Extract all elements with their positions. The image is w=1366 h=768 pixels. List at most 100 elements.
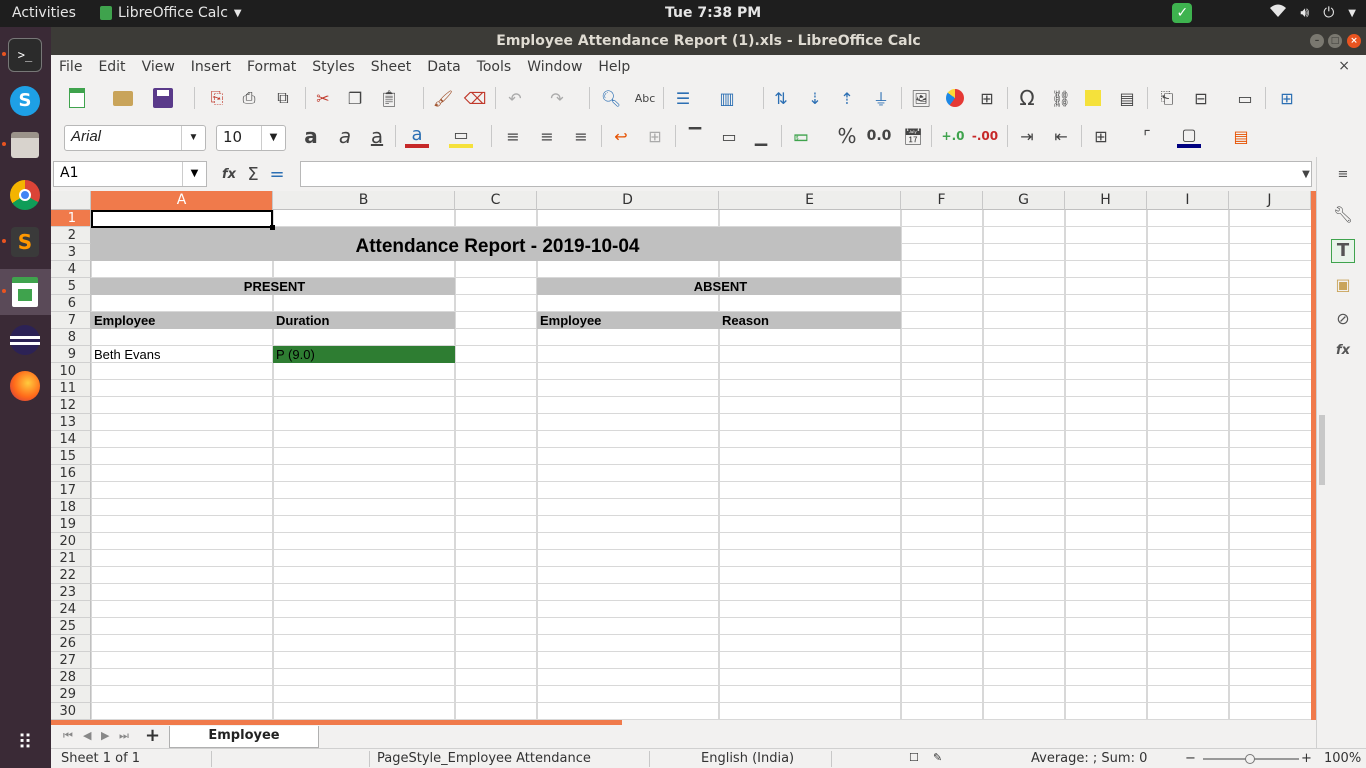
highlight-color-icon[interactable]: ▭ [449,124,473,148]
menu-sheet[interactable]: Sheet [363,59,419,75]
undo-icon[interactable]: ↶ [503,86,527,110]
italic-icon[interactable]: a [333,124,357,148]
column-header-j[interactable]: J [1229,191,1311,210]
number-format-icon[interactable]: 0.0 [867,124,892,148]
row-header-23[interactable]: 23 [51,584,91,601]
sort-icon[interactable]: ⇅ [769,86,793,110]
column-header-d[interactable]: D [537,191,719,210]
define-print-area-icon[interactable]: ⎗ [1155,86,1179,110]
minimize-button[interactable]: – [1310,34,1324,48]
absent-reason-col[interactable]: Reason [719,312,901,329]
sidebar-menu-icon[interactable]: ≡ [1331,167,1355,191]
present-header[interactable]: PRESENT [91,278,455,295]
percent-format-icon[interactable]: % [835,124,859,148]
bold-icon[interactable]: a [299,124,323,148]
clone-formatting-icon[interactable]: 🖌︎ [431,86,455,110]
chevron-down-icon[interactable]: ▼ [182,162,206,186]
menu-view[interactable]: View [134,59,183,75]
language[interactable]: English (India) [701,751,794,766]
present-duration-col[interactable]: Duration [273,312,455,329]
row-header-10[interactable]: 10 [51,363,91,380]
fill-handle[interactable] [270,225,275,230]
row-header-27[interactable]: 27 [51,652,91,669]
row-header-24[interactable]: 24 [51,601,91,618]
chevron-down-icon[interactable]: ▼ [181,126,205,150]
row-header-3[interactable]: 3 [51,244,91,261]
cut-icon[interactable]: ✂ [311,86,335,110]
clear-formatting-icon[interactable]: ⌫ [463,86,487,110]
font-name-combo[interactable]: Arial ▼ [64,125,206,151]
row-header-17[interactable]: 17 [51,482,91,499]
menu-styles[interactable]: Styles [304,59,362,75]
employee-cell[interactable]: Beth Evans [91,346,273,363]
first-sheet-icon[interactable]: ⏮ [63,729,73,743]
selected-cell-a1[interactable] [91,210,273,228]
font-size-combo[interactable]: 10 ▼ [216,125,286,151]
decrease-indent-icon[interactable]: ⇤ [1049,124,1073,148]
column-header-e[interactable]: E [719,191,901,210]
row-header-15[interactable]: 15 [51,448,91,465]
column-icon[interactable]: ▥ [715,86,739,110]
zoom-out-icon[interactable]: − [1185,751,1196,766]
navigator-icon[interactable]: ⊘ [1331,309,1355,333]
pivot-table-icon[interactable]: ⊞ [975,86,999,110]
row-header-9[interactable]: 9 [51,346,91,363]
menu-data[interactable]: Data [419,59,468,75]
copy-icon[interactable]: ❐ [343,86,367,110]
absent-employee-col[interactable]: Employee [537,312,719,329]
skype-icon[interactable]: S [8,84,42,118]
column-header-b[interactable]: B [273,191,455,210]
row-icon[interactable]: ☰ [671,86,695,110]
date-format-icon[interactable]: 📅︎ [901,124,925,148]
row-header-20[interactable]: 20 [51,533,91,550]
currency-format-icon[interactable]: 💵︎ [789,124,813,148]
export-pdf-icon[interactable]: ⎘ [205,86,229,110]
merge-cells-icon[interactable]: ⊞ [643,124,667,148]
row-header-1[interactable]: 1 [51,210,91,227]
formula-icon[interactable]: = [265,162,289,186]
horizontal-scrollbar[interactable] [51,720,622,725]
align-center-icon[interactable]: ≡ [535,124,559,148]
menu-insert[interactable]: Insert [183,59,239,75]
spelling-icon[interactable]: Abc [633,86,657,110]
print-icon[interactable]: ⎙ [237,86,261,110]
conditional-format-icon[interactable]: ▤ [1229,124,1253,148]
zoom-slider-thumb[interactable] [1245,754,1255,764]
center-vertically-icon[interactable]: ▭ [717,124,741,148]
system-tray[interactable]: ✓ 🔊︎ ⏻ ▼ [1172,3,1356,23]
calc-icon[interactable] [8,275,42,309]
print-preview-icon[interactable]: ⧉ [271,86,295,110]
sidebar-collapse-handle[interactable] [1319,415,1325,485]
insert-image-icon[interactable]: 🖼︎ [909,86,933,110]
formula-input[interactable] [300,161,1312,187]
row-header-29[interactable]: 29 [51,686,91,703]
special-character-icon[interactable]: Ω [1015,86,1039,110]
document-modified-icon[interactable]: ☐ [909,751,919,764]
row-header-30[interactable]: 30 [51,703,91,720]
zoom-slider[interactable] [1203,754,1299,764]
chrome-icon[interactable] [8,178,42,212]
row-header-7[interactable]: 7 [51,312,91,329]
column-header-a[interactable]: A [91,191,273,210]
border-color-icon[interactable]: ▢ [1177,124,1201,148]
hyperlink-icon[interactable]: ⛓︎ [1049,86,1073,110]
last-sheet-icon[interactable]: ⏭ [119,729,129,743]
absent-header[interactable]: ABSENT [537,278,901,295]
delete-decimal-place-icon[interactable]: -.00 [972,124,998,148]
menu-window[interactable]: Window [519,59,590,75]
redo-icon[interactable]: ↷ [545,86,569,110]
column-header-g[interactable]: G [983,191,1065,210]
spreadsheet-grid[interactable]: A B C D E F G H I J 1 2 3 4 5 6 7 8 9 10 11 12 13 14 1… [51,191,1311,720]
find-replace-icon[interactable]: 🔍︎ [599,86,623,110]
sublime-icon[interactable]: S [8,225,42,259]
row-header-21[interactable]: 21 [51,550,91,567]
align-left-icon[interactable]: ≡ [501,124,525,148]
borders-icon[interactable]: ⊞ [1089,124,1113,148]
row-header-11[interactable]: 11 [51,380,91,397]
menu-format[interactable]: Format [239,59,304,75]
underline-icon[interactable]: a [365,124,389,148]
menu-file[interactable]: File [51,59,90,75]
previous-sheet-icon[interactable]: ◀ [83,729,91,742]
row-header-4[interactable]: 4 [51,261,91,278]
styles-icon[interactable]: T [1331,239,1355,263]
